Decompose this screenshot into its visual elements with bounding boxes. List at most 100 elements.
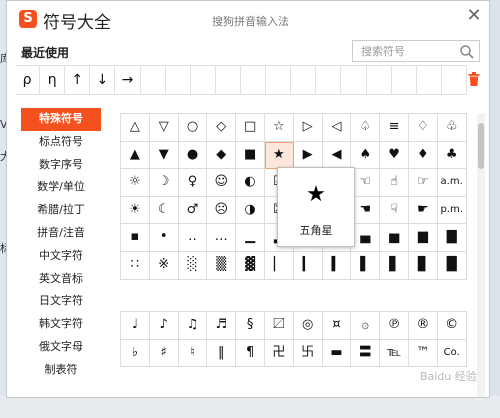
symbol-cell[interactable]: ☜	[351, 169, 381, 197]
symbol-cell[interactable]: 卐	[293, 339, 323, 368]
symbol-cell[interactable]: 卍	[264, 339, 294, 368]
recent-symbol-cell[interactable]: η	[40, 66, 66, 94]
trash-icon[interactable]	[468, 72, 480, 86]
symbol-cell[interactable]: ♦	[408, 141, 438, 170]
recent-symbol-cell[interactable]	[216, 66, 241, 94]
symbol-cell[interactable]: ♂	[178, 196, 208, 225]
symbol-cell[interactable]: ♥	[380, 141, 409, 170]
symbol-cell[interactable]: □	[236, 114, 265, 142]
symbol-cell[interactable]: ▎	[293, 251, 323, 280]
symbol-cell[interactable]: ▏	[264, 251, 294, 280]
category-item[interactable]: 制表符	[21, 359, 101, 382]
category-item[interactable]: 中文字符	[21, 245, 101, 268]
symbol-cell[interactable]: ♧	[437, 114, 467, 142]
symbol-cell[interactable]: ℡	[380, 339, 409, 368]
symbol-cell[interactable]: ♬	[207, 312, 237, 340]
symbol-cell[interactable]: ▌	[351, 251, 381, 280]
recent-symbol-cell[interactable]	[442, 66, 467, 94]
recent-symbol-cell[interactable]	[417, 66, 442, 94]
symbol-cell[interactable]: ♪	[149, 312, 179, 340]
symbol-cell[interactable]: p.m.	[437, 196, 467, 225]
symbol-cell[interactable]: ☚	[351, 196, 381, 225]
symbol-cell[interactable]: ☟	[380, 196, 409, 225]
search-box[interactable]	[352, 40, 480, 62]
category-item[interactable]: 拼音/注音	[21, 222, 101, 245]
symbol-cell[interactable]: ◐	[236, 169, 265, 197]
vertical-scrollbar[interactable]	[477, 113, 485, 397]
symbol-cell[interactable]: ♀	[178, 169, 208, 197]
symbol-cell[interactable]: △	[121, 114, 150, 142]
symbol-cell[interactable]: ▼	[149, 141, 179, 170]
symbol-cell[interactable]: ♠	[351, 141, 381, 170]
close-button[interactable]: ✕	[465, 7, 483, 25]
recent-symbol-cell[interactable]	[341, 66, 367, 94]
symbol-cell[interactable]: 〓	[351, 339, 381, 368]
symbol-cell[interactable]: ♢	[408, 114, 438, 142]
symbol-cell[interactable]: ♩	[121, 312, 150, 340]
recent-symbol-cell[interactable]: ρ	[15, 66, 41, 94]
symbol-cell[interactable]: ®	[408, 312, 438, 340]
symbol-cell[interactable]: ▓	[236, 251, 265, 280]
category-item[interactable]: 俄文字母	[21, 336, 101, 359]
symbol-cell[interactable]: ◇	[207, 114, 237, 142]
symbol-cell[interactable]: ▬	[322, 339, 352, 368]
scrollbar-thumb[interactable]	[478, 123, 484, 169]
symbol-cell[interactable]: ▇	[437, 224, 467, 252]
recent-symbol-cell[interactable]	[392, 66, 417, 94]
recent-symbol-cell[interactable]	[141, 66, 166, 94]
symbol-cell[interactable]: ©	[437, 312, 467, 340]
symbol-cell[interactable]: ▋	[380, 251, 409, 280]
symbol-cell[interactable]: ♫	[178, 312, 208, 340]
category-item[interactable]: 韩文字符	[21, 313, 101, 336]
symbol-cell[interactable]: ■	[236, 141, 265, 170]
category-item[interactable]: 特殊符号	[21, 108, 101, 131]
symbol-cell[interactable]: ▁	[236, 224, 265, 252]
recent-symbol-cell[interactable]	[316, 66, 342, 94]
symbol-cell[interactable]: ™	[408, 339, 438, 368]
symbol-cell[interactable]: ▅	[380, 224, 409, 252]
symbol-cell[interactable]: ▍	[322, 251, 352, 280]
symbol-cell[interactable]: ◎	[293, 312, 323, 340]
recent-symbol-cell[interactable]	[241, 66, 267, 94]
symbol-cell[interactable]: ۞	[351, 312, 381, 340]
category-item[interactable]: 标点符号	[21, 131, 101, 154]
symbol-cell[interactable]: ▲	[121, 141, 150, 170]
symbol-cell[interactable]: █	[437, 251, 467, 280]
symbol-cell[interactable]: ◁	[322, 114, 352, 142]
symbol-cell[interactable]: ●	[178, 141, 208, 170]
recent-symbol-cell[interactable]: ↑	[65, 66, 91, 94]
symbol-cell[interactable]: ♭	[121, 339, 150, 368]
symbol-cell[interactable]: ☽	[149, 169, 179, 197]
symbol-cell[interactable]: ◆	[207, 141, 237, 170]
symbol-cell[interactable]: ♣	[437, 141, 467, 170]
symbol-cell[interactable]: …	[207, 224, 237, 252]
symbol-cell[interactable]: ☆	[264, 114, 294, 142]
recent-symbol-cell[interactable]: →	[115, 66, 141, 94]
search-input[interactable]	[353, 41, 461, 61]
recent-symbol-cell[interactable]	[266, 66, 292, 94]
symbol-cell[interactable]: ∷	[121, 251, 150, 280]
category-item[interactable]: 希腊/拉丁	[21, 199, 101, 222]
symbol-cell[interactable]: ℗	[380, 312, 409, 340]
symbol-cell[interactable]: §	[236, 312, 265, 340]
category-item[interactable]: 英文音标	[21, 268, 101, 291]
symbol-cell[interactable]: ▽	[149, 114, 179, 142]
symbol-cell[interactable]: ◑	[236, 196, 265, 225]
symbol-cell[interactable]: ☞	[408, 169, 438, 197]
symbol-cell[interactable]: ◀	[322, 141, 352, 170]
symbol-cell[interactable]: ♤	[351, 114, 381, 142]
symbol-cell[interactable]: ▄	[351, 224, 381, 252]
symbol-cell[interactable]: ☝	[380, 169, 409, 197]
symbol-cell[interactable]: ♮	[178, 339, 208, 368]
symbol-cell[interactable]: ▶	[293, 141, 323, 170]
recent-symbol-cell[interactable]	[166, 66, 191, 94]
symbol-cell[interactable]: ▊	[408, 251, 438, 280]
symbol-cell[interactable]: ☹	[207, 196, 237, 225]
symbol-cell[interactable]: ≡	[380, 114, 409, 142]
category-item[interactable]: 数字序号	[21, 154, 101, 177]
search-icon[interactable]	[459, 44, 475, 60]
symbol-cell[interactable]: ♯	[149, 339, 179, 368]
symbol-cell[interactable]: ☼	[121, 169, 150, 197]
symbol-cell[interactable]: ☛	[408, 196, 438, 225]
symbol-cell[interactable]: ☺	[207, 169, 237, 197]
